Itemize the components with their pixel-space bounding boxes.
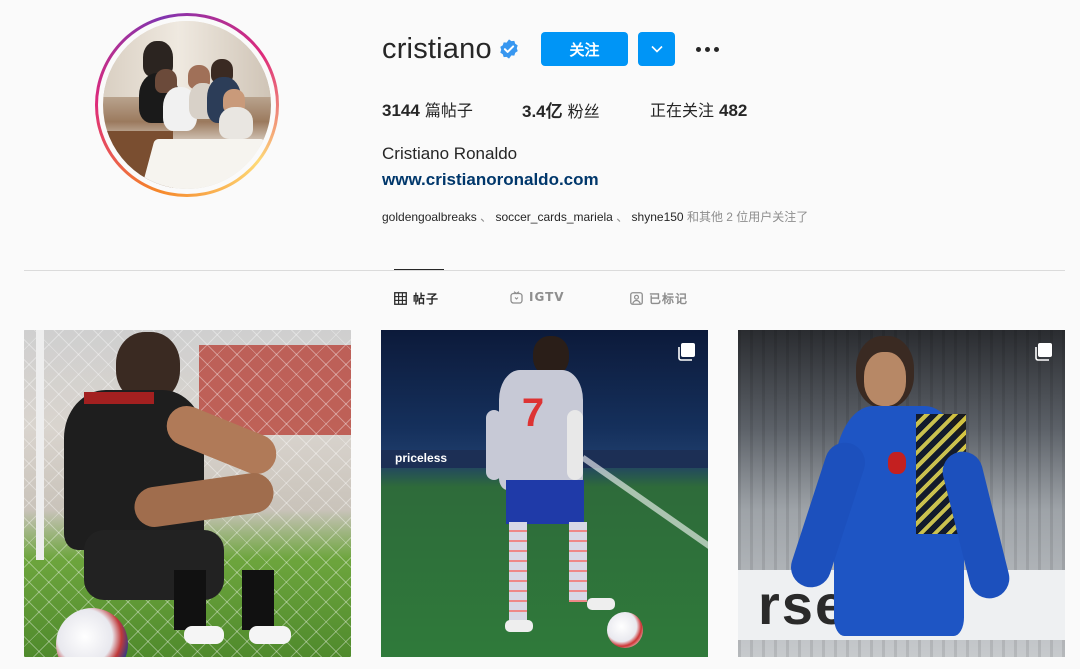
multiple-images-icon: [678, 343, 695, 361]
more-dot-icon: [695, 46, 701, 52]
tab-posts-label: 帖子: [413, 292, 440, 306]
separator: 、: [616, 210, 629, 224]
more-options-button[interactable]: [692, 36, 722, 62]
avatar[interactable]: [103, 21, 271, 189]
tab-tagged[interactable]: 已标记: [630, 290, 688, 307]
tabs-divider: [24, 270, 1065, 271]
story-ring[interactable]: [95, 13, 279, 197]
chevron-down-icon: [650, 45, 663, 53]
followed-by-account[interactable]: goldengoalbreaks: [382, 210, 477, 224]
separator: 、: [480, 210, 493, 224]
more-dot-icon: [704, 46, 710, 52]
tab-tagged-label: 已标记: [649, 292, 689, 306]
username: cristiano: [382, 33, 492, 65]
tab-igtv[interactable]: IGTV: [510, 290, 565, 304]
posts-count-value: 3144: [382, 101, 420, 120]
followers-count-value: 3.4亿: [522, 102, 563, 121]
post-thumbnail[interactable]: rser: [738, 330, 1065, 657]
follow-button[interactable]: 关注: [541, 32, 628, 66]
suggested-dropdown-button[interactable]: [638, 32, 675, 66]
following-count-label: 正在关注: [650, 101, 715, 120]
following-count-value: 482: [719, 101, 748, 120]
active-tab-indicator: [394, 269, 444, 270]
posts-count: 3144 篇帖子: [382, 97, 473, 121]
posts-grid: priceless 7 rser: [24, 330, 1065, 669]
grid-icon: [394, 292, 407, 305]
website-link[interactable]: www.cristianoronaldo.com: [382, 170, 599, 190]
full-name: Cristiano Ronaldo: [382, 144, 518, 163]
tab-igtv-label: IGTV: [529, 290, 565, 304]
more-dot-icon: [713, 46, 719, 52]
verified-badge-icon: [500, 39, 518, 59]
tab-posts[interactable]: 帖子: [394, 290, 439, 307]
followers-count-label: 粉丝: [567, 102, 600, 121]
profile-header: cristiano 关注 3144 篇帖子 3.4亿 粉丝 正在关注 482 C…: [0, 0, 1080, 270]
igtv-icon: [510, 290, 523, 304]
posts-count-label: 篇帖子: [424, 101, 473, 120]
tagged-icon: [630, 292, 643, 305]
followed-by-account[interactable]: shyne150: [632, 210, 684, 224]
profile-tabs: 帖子 IGTV 已标记: [0, 290, 1080, 314]
multiple-images-icon: [1035, 343, 1052, 361]
post-thumbnail[interactable]: [24, 330, 351, 657]
following-count[interactable]: 正在关注 482: [650, 97, 747, 121]
followed-by[interactable]: goldengoalbreaks 、 soccer_cards_mariela …: [382, 208, 808, 225]
followers-count[interactable]: 3.4亿 粉丝: [522, 97, 600, 122]
board-text: priceless: [395, 451, 448, 465]
followed-by-suffix: 和其他 2 位用户关注了: [686, 210, 809, 224]
followed-by-account[interactable]: soccer_cards_mariela: [495, 210, 612, 224]
post-thumbnail[interactable]: priceless 7: [381, 330, 708, 657]
